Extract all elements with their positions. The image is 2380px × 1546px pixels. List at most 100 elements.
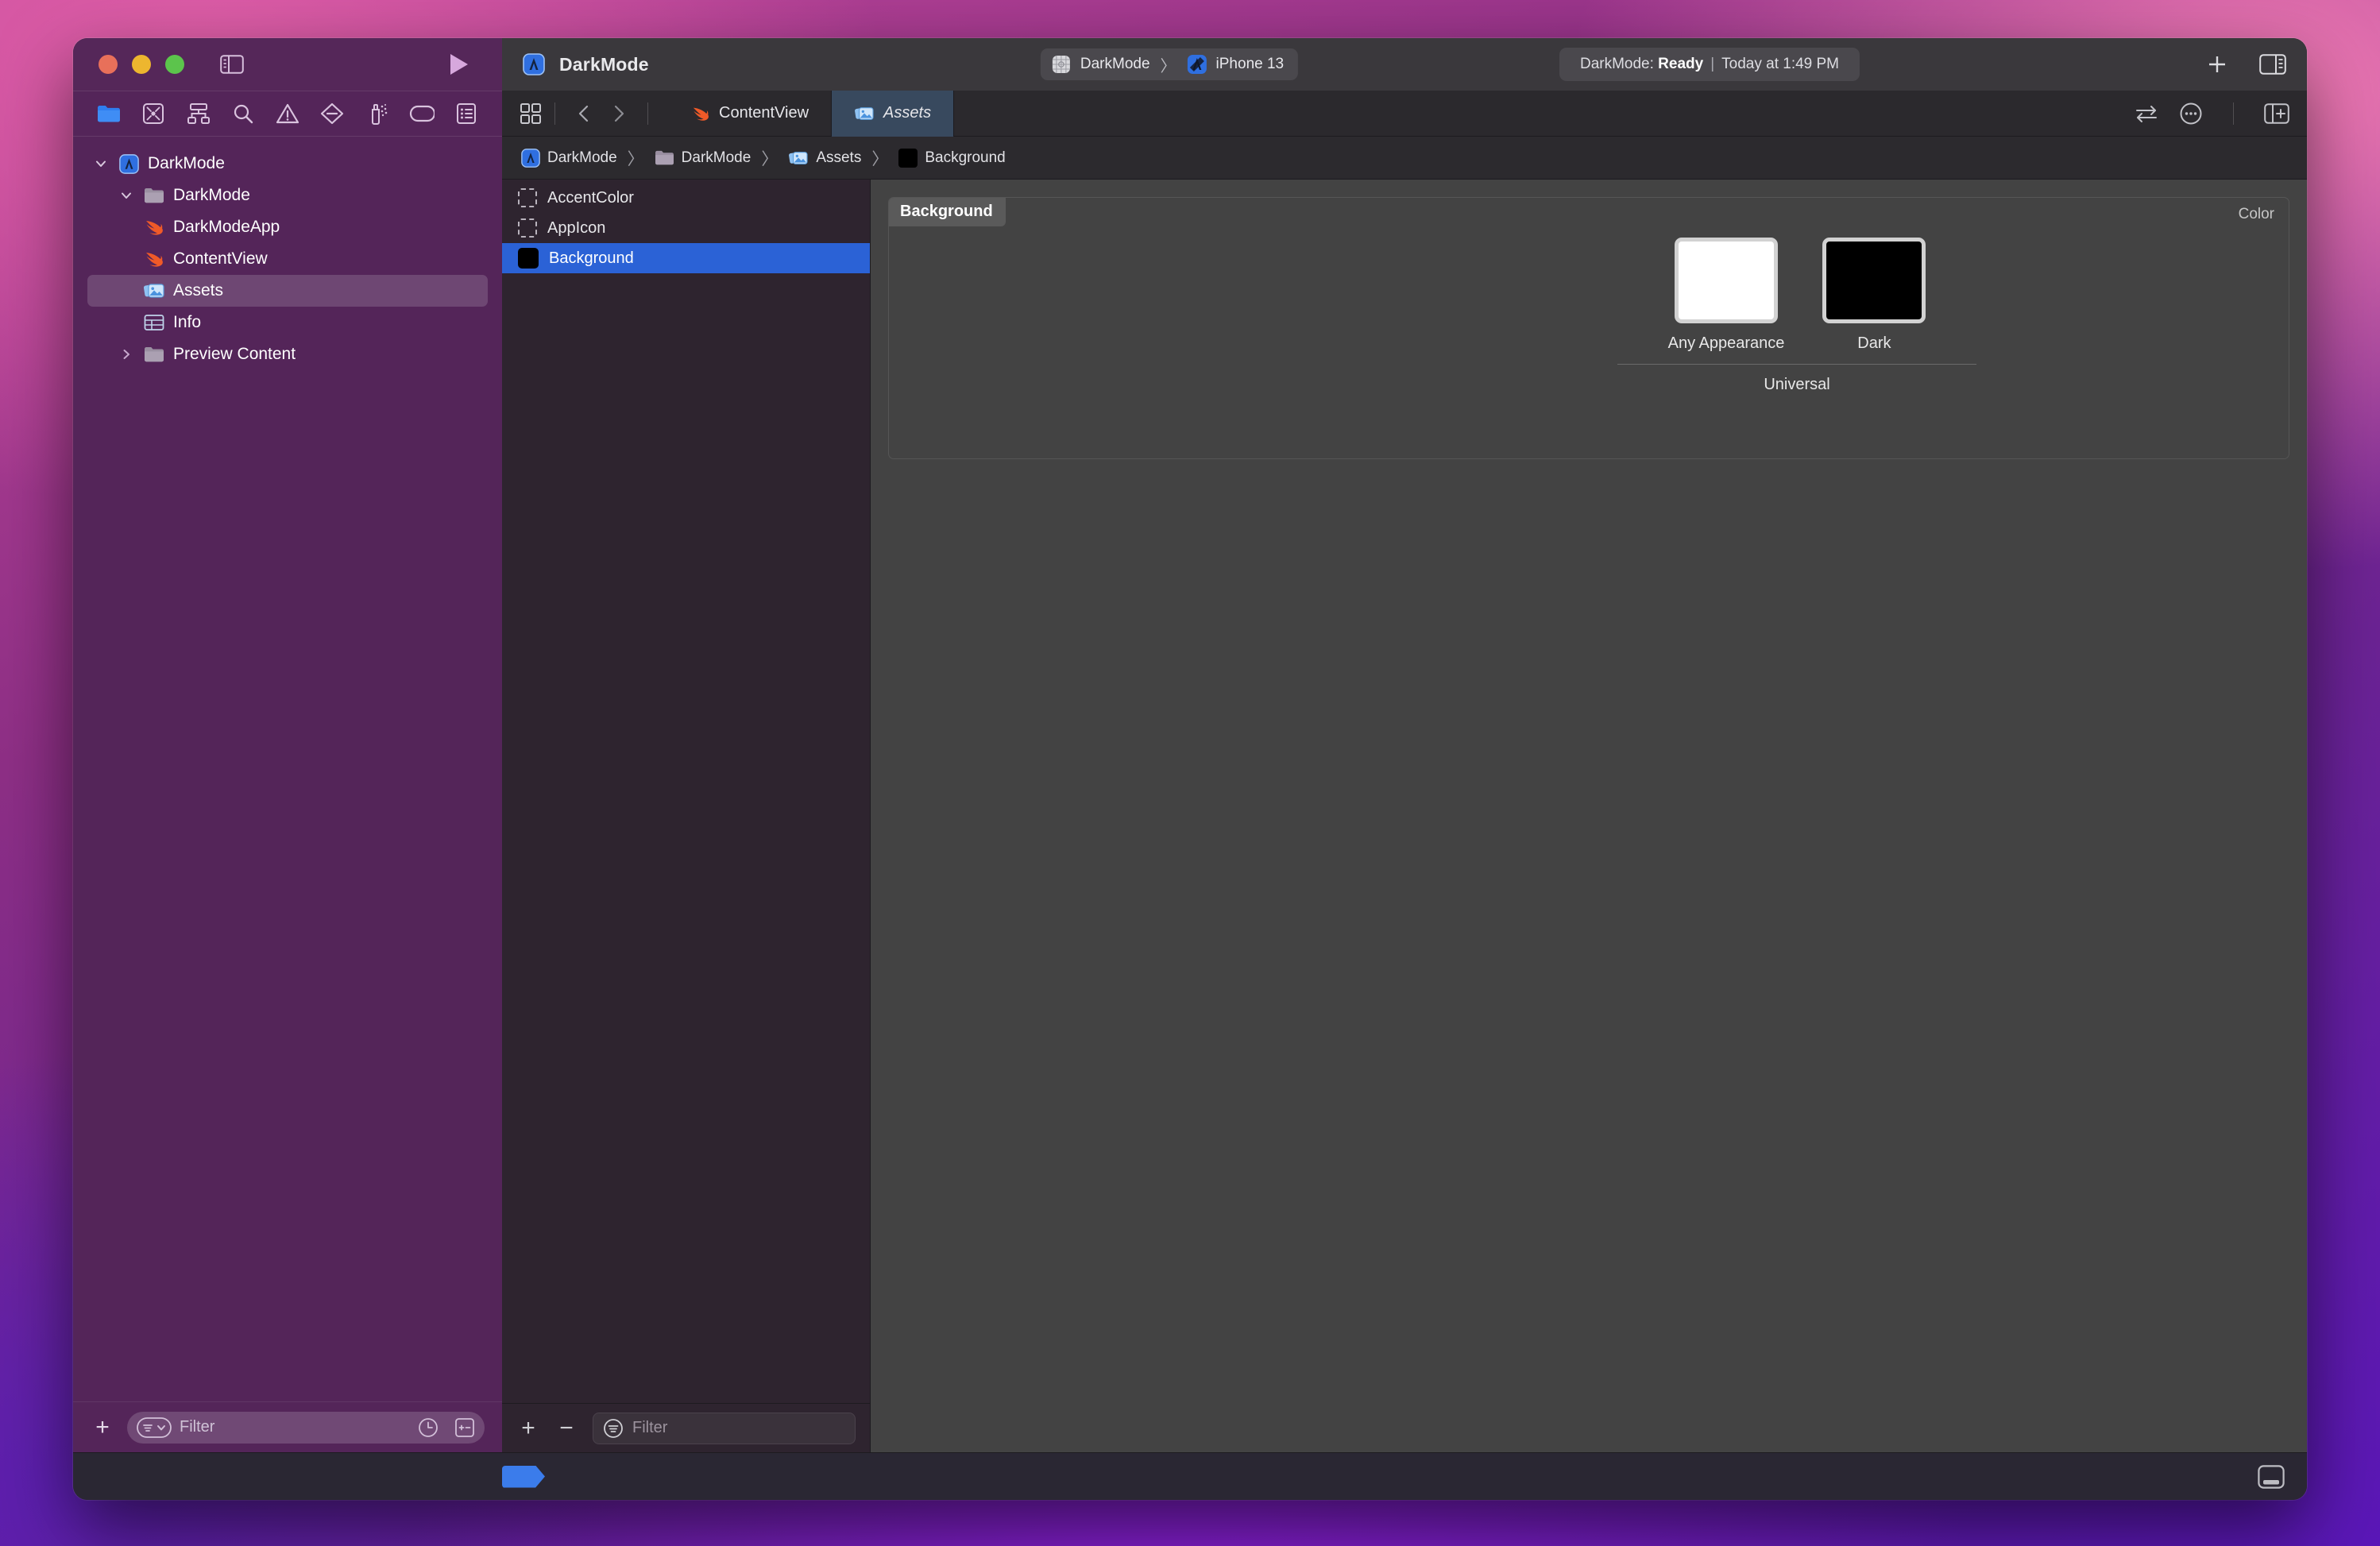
chevron-left-icon[interactable]	[568, 98, 600, 129]
status-prefix: DarkMode:	[1579, 56, 1654, 72]
tab-contentview[interactable]: ContentView	[669, 90, 833, 137]
asset-row-accentcolor[interactable]: AccentColor	[502, 183, 870, 213]
blue-tag-icon[interactable]	[502, 1465, 545, 1488]
breadcrumb-item-assets[interactable]: Assets	[788, 149, 861, 167]
scheme-selector[interactable]: DarkMode 〉 iPhone 13	[1040, 48, 1299, 80]
asset-label: Background	[549, 249, 634, 267]
breadcrumb-separator: 〉	[761, 149, 779, 168]
tabbar-leading-controls	[502, 98, 669, 129]
sidebar-left-icon[interactable]	[216, 51, 248, 78]
divider	[1617, 364, 1976, 365]
color-swatch-any-appearance[interactable]	[1675, 238, 1778, 323]
tree-row-info[interactable]: Info	[87, 307, 488, 338]
assets-icon	[143, 281, 165, 300]
search-icon[interactable]	[225, 98, 261, 129]
traffic-lights[interactable]	[99, 55, 184, 74]
activity-status[interactable]: DarkMode: Ready | Today at 1:49 PM	[1559, 48, 1860, 81]
ellipsis-circle-icon[interactable]	[2179, 102, 2203, 126]
navigator-toolbar	[73, 91, 502, 137]
bottom-panel-toggle-icon[interactable]	[2258, 1464, 2285, 1489]
tab-grid-icon[interactable]	[520, 102, 542, 125]
close-button[interactable]	[99, 55, 118, 74]
asset-group-label: Universal	[1764, 376, 1830, 393]
navigator-filter-bar: + Filter	[73, 1401, 502, 1452]
tree-label: ContentView	[173, 249, 268, 268]
filter-icon[interactable]	[603, 1418, 624, 1439]
add-file-button[interactable]: +	[91, 1415, 114, 1440]
tab-assets[interactable]: Assets	[832, 90, 955, 137]
breadcrumb-label: DarkMode	[547, 149, 617, 166]
report-list-icon[interactable]	[448, 98, 485, 129]
add-asset-button[interactable]: +	[516, 1416, 540, 1440]
tree-label: Assets	[173, 281, 224, 300]
appearance-label: Dark	[1857, 334, 1891, 352]
asset-row-appicon[interactable]: AppIcon	[502, 213, 870, 243]
xcode-window: DarkMode DarkMode 〉 iPhone 13 DarkMode: …	[73, 38, 2307, 1500]
play-icon[interactable]	[443, 51, 475, 78]
asset-row-background[interactable]: Background	[502, 243, 870, 273]
bottom-status-bar	[73, 1452, 2307, 1500]
dashed-placeholder-icon	[518, 188, 537, 207]
sidebar-right-icon[interactable]	[2259, 54, 2286, 75]
remove-asset-button[interactable]: −	[554, 1416, 578, 1440]
tree-row-group-darkmode[interactable]: DarkMode	[87, 180, 488, 211]
asset-detail-kind: Color	[2238, 206, 2274, 222]
tree-row-project[interactable]: DarkMode	[87, 148, 488, 180]
tree-row-assets[interactable]: Assets	[87, 275, 488, 307]
titlebar-left	[73, 38, 502, 91]
asset-filter-field[interactable]: Filter	[593, 1412, 856, 1444]
status-divider: |	[1710, 56, 1715, 72]
breadcrumb-separator: 〉	[627, 149, 644, 168]
folder-icon[interactable]	[91, 98, 127, 129]
asset-list[interactable]: AccentColor AppIcon Background	[502, 180, 870, 1403]
titlebar-right: DarkMode DarkMode 〉 iPhone 13 DarkMode: …	[502, 38, 2307, 91]
color-swatch-dark[interactable]	[1822, 238, 1926, 323]
asset-label: AccentColor	[547, 188, 634, 207]
chevron-down-icon[interactable]	[118, 189, 135, 202]
swift-icon	[691, 105, 710, 122]
breakpoint-diamond-icon[interactable]	[314, 98, 350, 129]
chevron-right-icon[interactable]	[603, 98, 635, 129]
editor-tab-bar: ContentView Assets	[502, 90, 2307, 137]
simulator-icon	[1187, 54, 1207, 75]
tree-label: DarkMode	[148, 154, 225, 172]
tag-icon[interactable]	[404, 98, 440, 129]
plus-icon[interactable]	[2205, 52, 2229, 76]
appearance-any[interactable]: Any Appearance	[1668, 238, 1784, 353]
source-control-icon[interactable]	[135, 98, 172, 129]
navigator-filter-placeholder: Filter	[180, 1418, 215, 1436]
dashed-placeholder-icon	[518, 218, 537, 238]
tree-row-darkmodeapp[interactable]: DarkModeApp	[87, 211, 488, 243]
asset-list-footer: + − Filter	[502, 1403, 870, 1452]
swift-icon	[143, 249, 165, 269]
app-title: DarkMode	[559, 53, 649, 75]
breadcrumb-item-background[interactable]: Background	[898, 148, 1006, 168]
navigator-filter-field[interactable]: Filter	[127, 1411, 485, 1444]
chevron-down-icon[interactable]	[92, 157, 110, 170]
zoom-button[interactable]	[165, 55, 184, 74]
source-control-changes-icon[interactable]	[454, 1417, 475, 1438]
chevron-right-icon[interactable]	[118, 348, 135, 361]
breadcrumb-label: DarkMode	[681, 149, 751, 166]
tree-row-contentview[interactable]: ContentView	[87, 243, 488, 275]
asset-label: AppIcon	[547, 218, 606, 237]
add-editor-icon[interactable]	[2264, 102, 2289, 124]
tree-row-preview-content[interactable]: Preview Content	[87, 338, 488, 370]
status-state: Ready	[1658, 56, 1704, 72]
divider	[2233, 102, 2234, 125]
test-spray-icon[interactable]	[359, 98, 396, 129]
tab-label: Assets	[883, 104, 932, 122]
tree-label: DarkModeApp	[173, 218, 280, 236]
clock-icon[interactable]	[418, 1417, 439, 1438]
project-navigator-tree[interactable]: DarkMode DarkMode DarkModeApp ContentVie…	[73, 137, 502, 1401]
warning-triangle-icon[interactable]	[269, 98, 306, 129]
swap-arrows-icon[interactable]	[2135, 103, 2158, 124]
minimize-button[interactable]	[132, 55, 151, 74]
hierarchy-icon[interactable]	[180, 98, 217, 129]
filter-pill-icon[interactable]	[137, 1417, 172, 1438]
xcode-project-icon	[118, 153, 140, 174]
breadcrumb-item-project[interactable]: DarkMode	[521, 148, 617, 168]
breadcrumb-item-group[interactable]: DarkMode	[655, 149, 751, 167]
appearance-dark[interactable]: Dark	[1822, 238, 1926, 353]
color-set-card: Background Color Any Appearance Dark Uni…	[888, 197, 2289, 459]
